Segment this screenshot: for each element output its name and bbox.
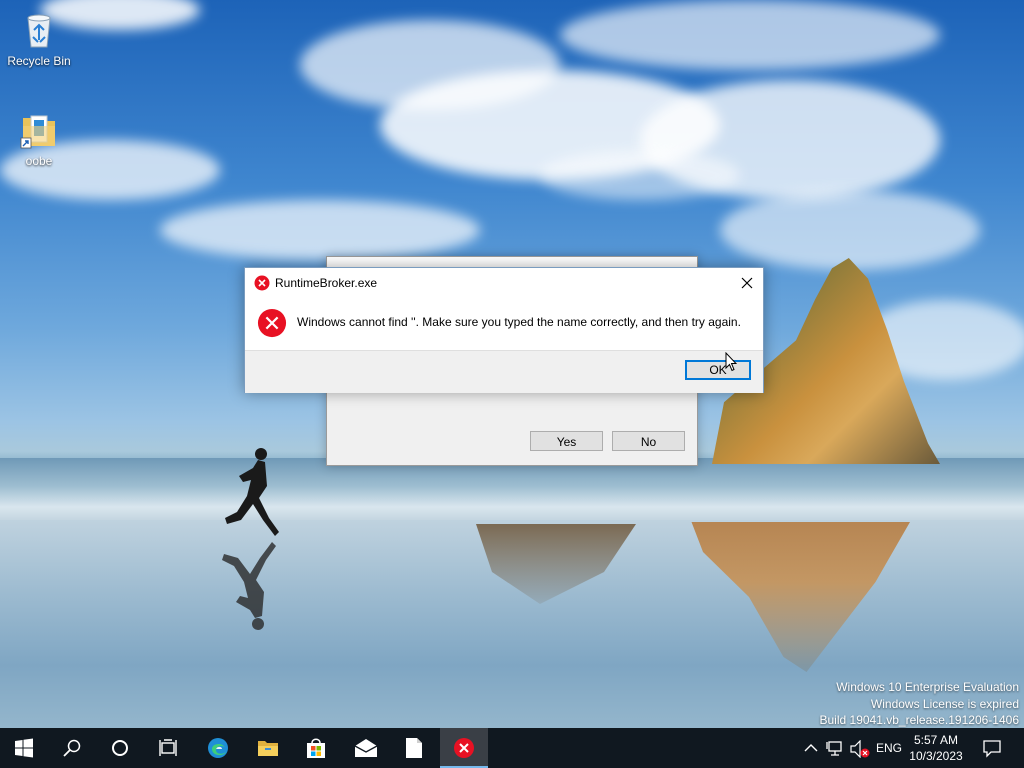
network-button[interactable] <box>824 728 846 768</box>
mail-icon <box>354 739 378 757</box>
watermark-edition: Windows 10 Enterprise Evaluation <box>836 680 1019 694</box>
taskbar: ENG 5:57 AM 10/3/2023 <box>0 728 1024 768</box>
error-dialog-titlebar[interactable]: RuntimeBroker.exe <box>245 268 763 298</box>
cortana-circle-icon <box>112 740 128 756</box>
error-icon <box>257 308 287 338</box>
recycle-bin-icon <box>19 10 59 50</box>
close-button[interactable] <box>731 268 763 298</box>
chevron-up-icon <box>804 744 818 752</box>
folder-shortcut-icon <box>19 110 59 150</box>
error-icon <box>254 275 270 291</box>
search-icon <box>63 739 81 757</box>
desktop-icon-label: oobe <box>25 154 53 168</box>
volume-muted-icon <box>850 740 870 758</box>
windows-watermark: Windows 10 Enterprise Evaluation Windows… <box>820 679 1020 729</box>
desktop-icon-recycle-bin[interactable]: Recycle Bin <box>1 10 77 68</box>
windows-logo-icon <box>15 738 33 758</box>
show-hidden-icons-button[interactable] <box>800 728 822 768</box>
error-message: Windows cannot find ''. Make sure you ty… <box>297 315 741 329</box>
cortana-button[interactable] <box>96 728 144 768</box>
clock[interactable]: 5:57 AM 10/3/2023 <box>906 732 966 764</box>
clock-time: 5:57 AM <box>913 733 959 747</box>
desktop-icon-label: Recycle Bin <box>7 54 71 68</box>
no-button[interactable]: No <box>612 431 685 451</box>
watermark-build: Build 19041.vb_release.191206-1406 <box>819 713 1020 727</box>
error-dialog-footer: OK <box>245 350 763 393</box>
edge-icon <box>208 738 228 758</box>
clock-date: 10/3/2023 <box>909 749 963 763</box>
error-dialog-body: Windows cannot find ''. Make sure you ty… <box>245 298 763 350</box>
watermark-license: Windows License is expired <box>870 696 1019 711</box>
edge-button[interactable] <box>194 728 242 768</box>
action-center-button[interactable] <box>976 728 1008 768</box>
ok-button[interactable]: OK <box>685 360 751 380</box>
volume-button[interactable] <box>848 728 870 768</box>
notepad-button[interactable] <box>390 728 438 768</box>
error-icon <box>454 738 474 758</box>
notification-icon <box>983 740 1001 758</box>
task-view-icon <box>159 739 177 756</box>
mouse-cursor-icon <box>725 352 737 372</box>
close-icon <box>741 277 753 289</box>
file-explorer-button[interactable] <box>244 728 292 768</box>
folder-icon <box>258 741 278 756</box>
store-icon <box>307 738 325 758</box>
error-dialog-title: RuntimeBroker.exe <box>275 276 378 290</box>
language-indicator[interactable]: ENG <box>874 728 904 768</box>
search-button[interactable] <box>48 728 96 768</box>
network-disconnected-icon <box>826 741 842 756</box>
mail-button[interactable] <box>342 728 390 768</box>
error-dialog: RuntimeBroker.exe Windows cannot find ''… <box>244 267 764 393</box>
runtimebroker-taskbar-button[interactable] <box>440 728 488 768</box>
runner-silhouette <box>225 448 279 536</box>
runner-reflection <box>222 542 276 630</box>
desktop-icon-oobe[interactable]: oobe <box>1 110 77 168</box>
store-button[interactable] <box>292 728 340 768</box>
sea <box>0 458 1024 528</box>
document-icon <box>406 738 422 758</box>
start-button[interactable] <box>0 728 48 768</box>
yes-button[interactable]: Yes <box>530 431 603 451</box>
task-view-button[interactable] <box>144 728 192 768</box>
